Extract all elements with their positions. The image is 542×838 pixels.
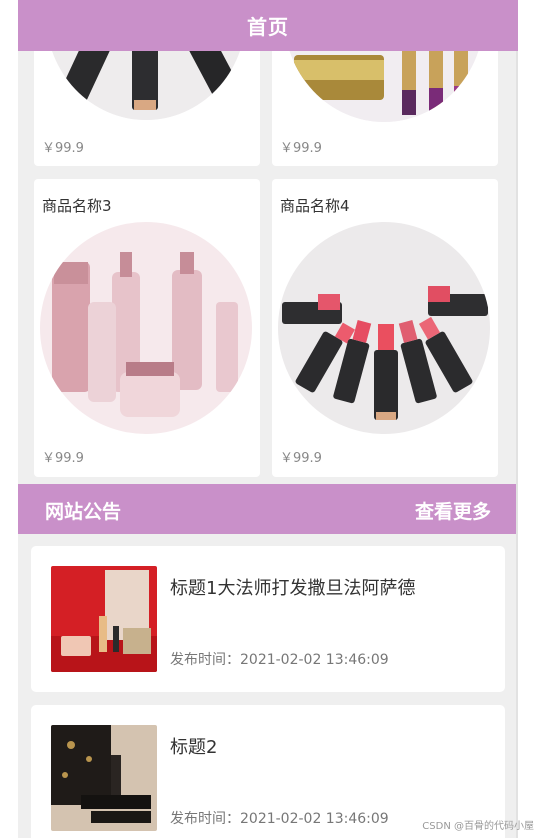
notice-time: 发布时间：2021-02-02 13:46:09 [170, 811, 389, 827]
page: 首页 ￥99.9 ￥99.9 商品名称3 ￥99.9 商品名称4 ￥99.9 网… [0, 0, 542, 838]
product-price: ￥99.9 [42, 451, 84, 466]
product-price: ￥99.9 [280, 141, 322, 156]
product-card-4[interactable]: 商品名称4 ￥99.9 [272, 179, 498, 477]
product-image [278, 222, 490, 434]
watermark-text: CSDN @百骨的代码小屋 [422, 821, 534, 832]
notice-thumbnail [51, 566, 157, 672]
notice-title: 标题1大法师打发撒旦法阿萨德 [170, 578, 416, 599]
product-card-3[interactable]: 商品名称3 ￥99.9 [34, 179, 260, 477]
product-image [40, 222, 252, 434]
notice-item-1[interactable]: 标题1大法师打发撒旦法阿萨德 发布时间：2021-02-02 13:46:09 [31, 546, 505, 692]
product-name: 商品名称3 [42, 197, 112, 215]
notice-section-title: 网站公告 [45, 501, 122, 523]
page-header: 首页 [18, 0, 518, 51]
notice-section-header: 网站公告 查看更多 [18, 484, 518, 534]
mobile-viewport: 首页 ￥99.9 ￥99.9 商品名称3 ￥99.9 商品名称4 ￥99.9 网… [18, 0, 518, 838]
notice-time: 发布时间：2021-02-02 13:46:09 [170, 652, 389, 668]
page-title: 首页 [247, 15, 289, 39]
product-price: ￥99.9 [42, 141, 84, 156]
view-more-link[interactable]: 查看更多 [415, 497, 491, 524]
notice-thumbnail [51, 725, 157, 831]
product-name: 商品名称4 [280, 197, 350, 215]
notice-title: 标题2 [170, 737, 218, 758]
product-price: ￥99.9 [280, 451, 322, 466]
